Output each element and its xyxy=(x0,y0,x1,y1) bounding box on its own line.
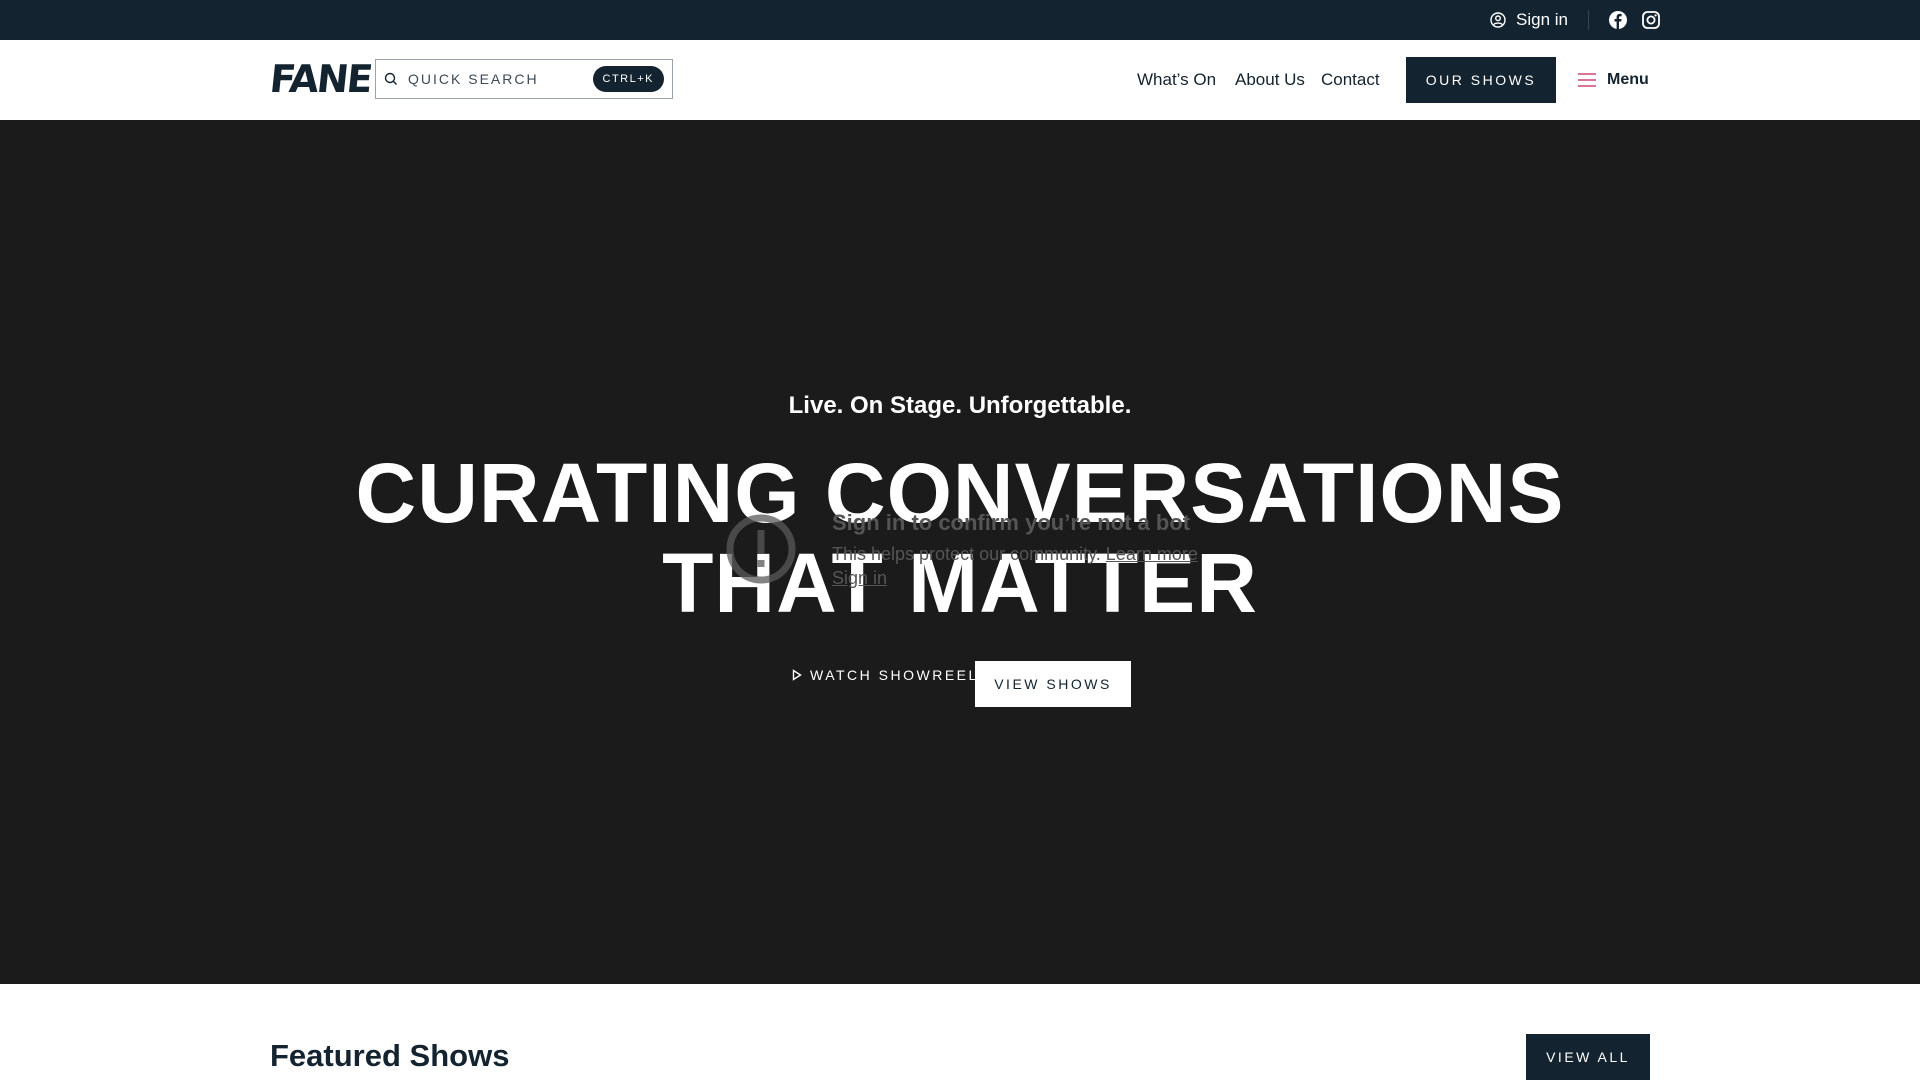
sign-in-label: Sign in xyxy=(1516,10,1568,29)
search-input[interactable] xyxy=(406,70,590,88)
bot-check-overlay: Sign in to confirm you’re not a bot This… xyxy=(726,510,1266,620)
alert-icon xyxy=(726,514,796,584)
top-bar: Sign in xyxy=(0,0,1920,40)
nav-item-whats-on[interactable]: What’s On xyxy=(1137,40,1216,120)
nav-link-about-us[interactable]: About Us xyxy=(1235,70,1305,90)
bot-check-title: Sign in to confirm you’re not a bot xyxy=(832,510,1191,535)
menu-button[interactable]: Menu xyxy=(1577,40,1649,120)
watch-showreel-button[interactable]: WATCH SHOWREEL xyxy=(792,662,979,688)
learn-more-link[interactable]: Learn more xyxy=(1106,544,1198,564)
hero-tagline: Live. On Stage. Unforgettable. xyxy=(788,392,1132,419)
view-shows-button[interactable]: VIEW SHOWS xyxy=(975,661,1131,707)
watch-showreel-label: WATCH SHOWREEL xyxy=(810,667,979,683)
view-all-button[interactable]: VIEW ALL xyxy=(1526,1034,1650,1080)
play-icon xyxy=(792,669,802,681)
featured-shows-heading: Featured Shows xyxy=(270,1038,510,1073)
facebook-icon[interactable] xyxy=(1608,10,1628,30)
nav-item-contact[interactable]: Contact xyxy=(1321,40,1380,120)
user-circle-icon xyxy=(1490,12,1506,28)
bot-check-sign-in-link[interactable]: Sign in xyxy=(832,568,887,589)
quick-search[interactable]: CTRL+K xyxy=(375,59,673,99)
fane-logo[interactable]: FANE xyxy=(268,57,373,101)
instagram-icon[interactable] xyxy=(1641,10,1661,30)
hamburger-icon xyxy=(1578,73,1596,87)
menu-label: Menu xyxy=(1607,71,1649,88)
our-shows-button[interactable]: OUR SHOWS xyxy=(1406,57,1556,103)
topbar-divider xyxy=(1588,10,1589,30)
nav-item-about-us[interactable]: About Us xyxy=(1235,40,1305,120)
bot-check-subtitle-text: This helps protect our community. xyxy=(832,544,1101,564)
nav-link-whats-on[interactable]: What’s On xyxy=(1137,70,1216,90)
hero-section: Live. On Stage. Unforgettable. CURATING … xyxy=(0,120,1920,984)
search-shortcut-badge: CTRL+K xyxy=(592,66,664,92)
bot-check-subtitle: This helps protect our community. Learn … xyxy=(832,544,1198,565)
search-icon xyxy=(384,72,397,85)
nav-link-contact[interactable]: Contact xyxy=(1321,70,1380,90)
sign-in-link[interactable]: Sign in xyxy=(1490,0,1568,40)
